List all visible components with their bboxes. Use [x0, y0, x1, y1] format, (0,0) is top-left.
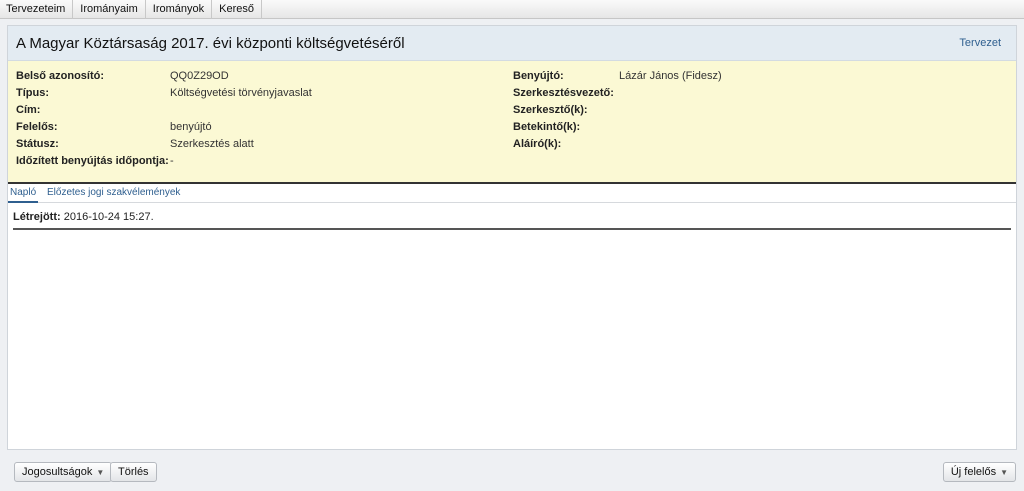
status-link[interactable]: Tervezet — [959, 37, 1001, 49]
info-value: Szerkesztés alatt — [170, 138, 254, 150]
menu-item-iromanyok[interactable]: Irományok — [146, 0, 213, 19]
info-label: Típus: — [16, 87, 49, 99]
info-row-status: Státusz: Szerkesztés alatt — [16, 137, 496, 151]
info-label: Cím: — [16, 104, 41, 116]
tab-bar: Napló Előzetes jogi szakvélemények — [8, 184, 1016, 203]
info-label: Belső azonosító: — [16, 70, 105, 82]
info-value: - — [170, 155, 174, 167]
document-title: A Magyar Köztársaság 2017. évi központi … — [16, 35, 405, 52]
info-label: Benyújtó: — [513, 70, 564, 82]
chevron-down-icon: ▼ — [96, 468, 105, 477]
new-responsible-dropdown-button[interactable]: Új felelős ▼ — [942, 462, 1016, 482]
menu-item-kereso[interactable]: Kereső — [212, 0, 262, 19]
new-responsible-label: Új felelős — [950, 466, 997, 478]
info-row-submitter: Benyújtó: Lázár János (Fidesz) — [513, 69, 1003, 83]
title-bar: A Magyar Köztársaság 2017. évi központi … — [8, 26, 1016, 61]
info-value: Lázár János (Fidesz) — [619, 70, 722, 82]
info-label: Aláíró(k): — [513, 138, 562, 150]
delete-label: Törlés — [118, 466, 149, 478]
tab-legal-opinions[interactable]: Előzetes jogi szakvélemények — [45, 187, 182, 203]
document-panel: A Magyar Köztársaság 2017. évi központi … — [7, 25, 1017, 450]
log-created-value: 2016-10-24 15:27. — [63, 211, 154, 223]
chevron-down-icon: ▼ — [1000, 468, 1008, 477]
top-menubar: Tervezeteim Irományaim Irományok Kereső — [0, 0, 1024, 19]
document-info: Belső azonosító: QQ0Z29OD Típus: Költség… — [8, 61, 1016, 184]
info-label: Felelős: — [16, 121, 58, 133]
info-row-viewers: Betekintő(k): — [513, 120, 1003, 134]
tab-naplo[interactable]: Napló — [8, 187, 39, 203]
menu-item-iromanyaim[interactable]: Irományaim — [73, 0, 146, 19]
info-label: Időzített benyújtás időpontja: — [16, 155, 169, 167]
permissions-label: Jogosultságok — [22, 466, 93, 478]
info-row-scheduled-submission: Időzített benyújtás időpontja: - — [16, 154, 496, 168]
info-row-editors: Szerkesztő(k): — [513, 103, 1003, 117]
info-row-title: Cím: — [16, 103, 496, 117]
info-value: QQ0Z29OD — [170, 70, 229, 82]
info-label: Szerkesztésvezető: — [513, 87, 614, 99]
log-divider — [13, 228, 1011, 230]
log-created-label: Létrejött: — [13, 211, 61, 223]
info-value: benyújtó — [170, 121, 212, 133]
info-row-responsible: Felelős: benyújtó — [16, 120, 496, 134]
info-label: Szerkesztő(k): — [513, 104, 588, 116]
info-label: Betekintő(k): — [513, 121, 581, 133]
info-row-editor-in-chief: Szerkesztésvezető: — [513, 86, 1003, 100]
info-row-signers: Aláíró(k): — [513, 137, 1003, 151]
info-row-internal-id: Belső azonosító: QQ0Z29OD — [16, 69, 496, 83]
menu-item-tervezeteim[interactable]: Tervezeteim — [0, 0, 74, 19]
log-entry: Létrejött: 2016-10-24 15:27. — [13, 211, 154, 223]
info-row-type: Típus: Költségvetési törvényjavaslat — [16, 86, 496, 100]
log-panel: Létrejött: 2016-10-24 15:27. — [8, 203, 1016, 403]
info-value: Költségvetési törvényjavaslat — [170, 87, 312, 99]
permissions-dropdown-button[interactable]: Jogosultságok ▼ — [14, 462, 113, 482]
delete-button[interactable]: Törlés — [110, 462, 157, 482]
info-label: Státusz: — [16, 138, 59, 150]
